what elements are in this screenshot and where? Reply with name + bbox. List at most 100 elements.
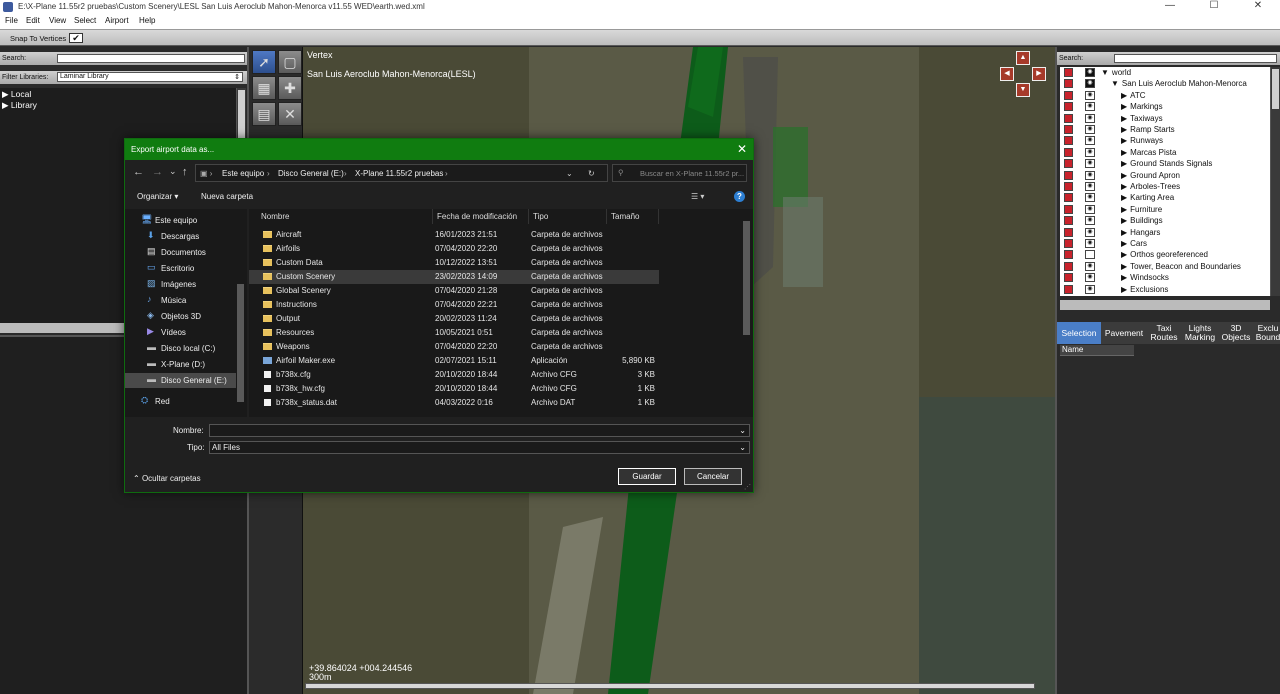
visibility-eye-icon[interactable]: ◉ [1085, 113, 1095, 123]
visibility-eye-icon[interactable]: ◉ [1085, 273, 1095, 283]
visibility-eye-icon[interactable]: ◉ [1085, 125, 1095, 134]
tool-taxiway[interactable]: ▤ [252, 102, 276, 126]
file-row[interactable]: Global Scenery 07/04/2020 21:28 Carpeta de… [249, 284, 659, 298]
nav-item[interactable]: ⛭ Red [125, 394, 237, 409]
file-row[interactable]: b738x_hw.cfg 20/10/2020 18:44 Archivo CFG 1… [249, 382, 659, 396]
back-arrow-icon[interactable]: ← [133, 166, 144, 178]
address-bar[interactable]: ▣ › Este equipo › Disco General (E:) › X… [195, 164, 608, 182]
expand-arrow-icon[interactable]: ▶ [1121, 273, 1127, 282]
dialog-close-button[interactable]: ✕ [737, 142, 747, 156]
expand-arrow-icon[interactable]: ▶ [1121, 285, 1127, 294]
breadcrumb-xplane-folder[interactable]: X-Plane 11.55r2 pruebas [355, 169, 443, 178]
pan-left-icon[interactable]: ◀ [1000, 67, 1014, 81]
visibility-eye-icon[interactable]: ◉ [1085, 102, 1095, 112]
view-options-icon[interactable]: ☰ ▾ [691, 192, 704, 201]
layer-row[interactable]: ◉ ▶ ATC [1060, 90, 1270, 101]
snap-checkbox[interactable]: ✔ [69, 33, 83, 43]
breadcrumb-este-equipo[interactable]: Este equipo [222, 169, 264, 178]
maximize-button[interactable]: ☐ [1192, 0, 1236, 14]
lock-icon[interactable] [1064, 90, 1073, 100]
file-row[interactable]: Aircraft 16/01/2023 21:51 Carpeta de archi… [249, 228, 659, 242]
layer-row[interactable]: ◉ ▶ Ground Stands Signals [1060, 158, 1270, 169]
library-search-input[interactable] [57, 54, 245, 63]
layer-row[interactable]: ◉ ▶ Exclusions [1060, 284, 1270, 295]
visibility-eye-icon[interactable]: ◉ [1085, 79, 1095, 89]
menu-help[interactable]: Help [139, 16, 155, 25]
file-row[interactable]: Custom Scenery 23/02/2023 14:09 Carpeta de… [249, 270, 659, 284]
visibility-eye-icon[interactable]: ◉ [1085, 216, 1095, 226]
layers-vscroll[interactable] [1270, 67, 1280, 296]
nav-item[interactable]: ▬ X-Plane (D:) [125, 357, 237, 372]
filename-input[interactable]: ⌄ [209, 424, 750, 437]
layer-row[interactable]: ◉ ▶ Marcas Pista [1060, 147, 1270, 158]
lock-icon[interactable] [1064, 239, 1073, 248]
visibility-eye-icon[interactable]: ◉ [1085, 68, 1095, 77]
nav-item[interactable]: ⬇ Descargas [125, 229, 237, 244]
lock-icon[interactable] [1064, 79, 1073, 89]
expand-arrow-icon[interactable]: ▶ [1121, 171, 1127, 180]
lock-icon[interactable] [1064, 216, 1073, 226]
tab-selection[interactable]: Selection [1057, 322, 1101, 344]
column-size[interactable]: Tamaño [607, 209, 659, 224]
column-type[interactable]: Tipo [529, 209, 607, 224]
scroll-thumb[interactable] [1272, 69, 1279, 109]
nav-item[interactable]: ▭ Escritorio [125, 261, 237, 276]
file-row[interactable]: Airfoils 07/04/2020 22:20 Carpeta de archi… [249, 242, 659, 256]
layer-row[interactable]: ◉ ▶ Hangars [1060, 227, 1270, 238]
cancel-button[interactable]: Cancelar [684, 468, 742, 485]
help-icon[interactable]: ? [734, 191, 745, 202]
nav-item[interactable]: ▨ Imágenes [125, 277, 237, 292]
expand-arrow-icon[interactable]: ▶ [1121, 193, 1127, 202]
layer-row[interactable]: ◉ ▶ Taxiways [1060, 113, 1270, 124]
column-date[interactable]: Fecha de modificación [433, 209, 529, 224]
forward-arrow-icon[interactable]: → [152, 166, 163, 178]
menu-airport[interactable]: Airport [105, 16, 129, 25]
layer-row[interactable]: ▶ Orthos georeferenced [1060, 249, 1270, 260]
breadcrumb-disco-e[interactable]: Disco General (E:) [278, 169, 344, 178]
visibility-eye-icon[interactable]: ◉ [1085, 193, 1095, 203]
expand-arrow-icon[interactable]: ▶ [1121, 182, 1127, 191]
visibility-eye-icon[interactable]: ◉ [1085, 147, 1095, 157]
nav-item[interactable]: ▬ Disco local (C:) [125, 341, 237, 356]
expand-arrow-icon[interactable]: ▶ [1121, 216, 1127, 225]
expand-arrow-icon[interactable]: ▼ [1101, 68, 1109, 77]
recent-chevron-icon[interactable]: ⌄ [169, 166, 177, 177]
menu-file[interactable]: File [5, 16, 18, 25]
menu-select[interactable]: Select [74, 16, 96, 25]
expand-arrow-icon[interactable]: ▶ [1121, 159, 1127, 168]
tool-runway[interactable]: ▦ [252, 76, 276, 100]
expand-arrow-icon[interactable]: ▶ [2, 100, 9, 110]
tool-marquee[interactable]: ▢ [278, 50, 302, 74]
expand-arrow-icon[interactable]: ▶ [1121, 102, 1127, 111]
file-row[interactable]: Instructions 07/04/2020 22:21 Carpeta de a… [249, 298, 659, 312]
nav-pane-scrollbar[interactable] [236, 209, 246, 417]
tab-3d-objects[interactable]: 3D Objects [1220, 322, 1252, 344]
hide-folders-toggle[interactable]: ⌃ Ocultar carpetas [133, 474, 201, 483]
visibility-eye-icon[interactable]: ◉ [1085, 284, 1095, 294]
visibility-eye-icon[interactable]: ◉ [1085, 227, 1095, 237]
library-item-local[interactable]: ▶ Local [2, 89, 31, 100]
layer-row[interactable]: ◉ ▶ Windsocks [1060, 272, 1270, 283]
expand-arrow-icon[interactable]: ▶ [2, 89, 9, 99]
pan-right-icon[interactable]: ▶ [1032, 67, 1046, 81]
tool-vertex[interactable]: ➚ [252, 50, 276, 74]
tab-pavement[interactable]: Pavement [1102, 322, 1146, 344]
expand-arrow-icon[interactable]: ▶ [1121, 136, 1127, 145]
visibility-eye-icon[interactable]: ◉ [1085, 239, 1095, 248]
nav-item[interactable]: ▶ Vídeos [125, 325, 237, 340]
file-row[interactable]: Resources 10/05/2021 0:51 Carpeta de archi… [249, 326, 659, 340]
tab-exclusions-boundaries[interactable]: Exclu Bound [1254, 322, 1280, 344]
lock-icon[interactable] [1064, 284, 1073, 294]
visibility-eye-icon[interactable]: ◉ [1085, 261, 1095, 271]
lock-icon[interactable] [1064, 170, 1073, 180]
tool-helipad[interactable]: ✚ [278, 76, 302, 100]
expand-arrow-icon[interactable]: ▶ [1121, 205, 1127, 214]
layer-row[interactable]: ◉ ▶ Karting Area [1060, 192, 1270, 203]
file-list-scrollbar[interactable] [742, 209, 752, 417]
visibility-eye-icon[interactable] [1085, 250, 1095, 260]
menu-edit[interactable]: Edit [26, 16, 40, 25]
scroll-thumb[interactable] [237, 284, 244, 402]
close-window-button[interactable]: ✕ [1236, 0, 1280, 14]
save-button[interactable]: Guardar [618, 468, 676, 485]
minimize-button[interactable]: — [1148, 0, 1192, 14]
